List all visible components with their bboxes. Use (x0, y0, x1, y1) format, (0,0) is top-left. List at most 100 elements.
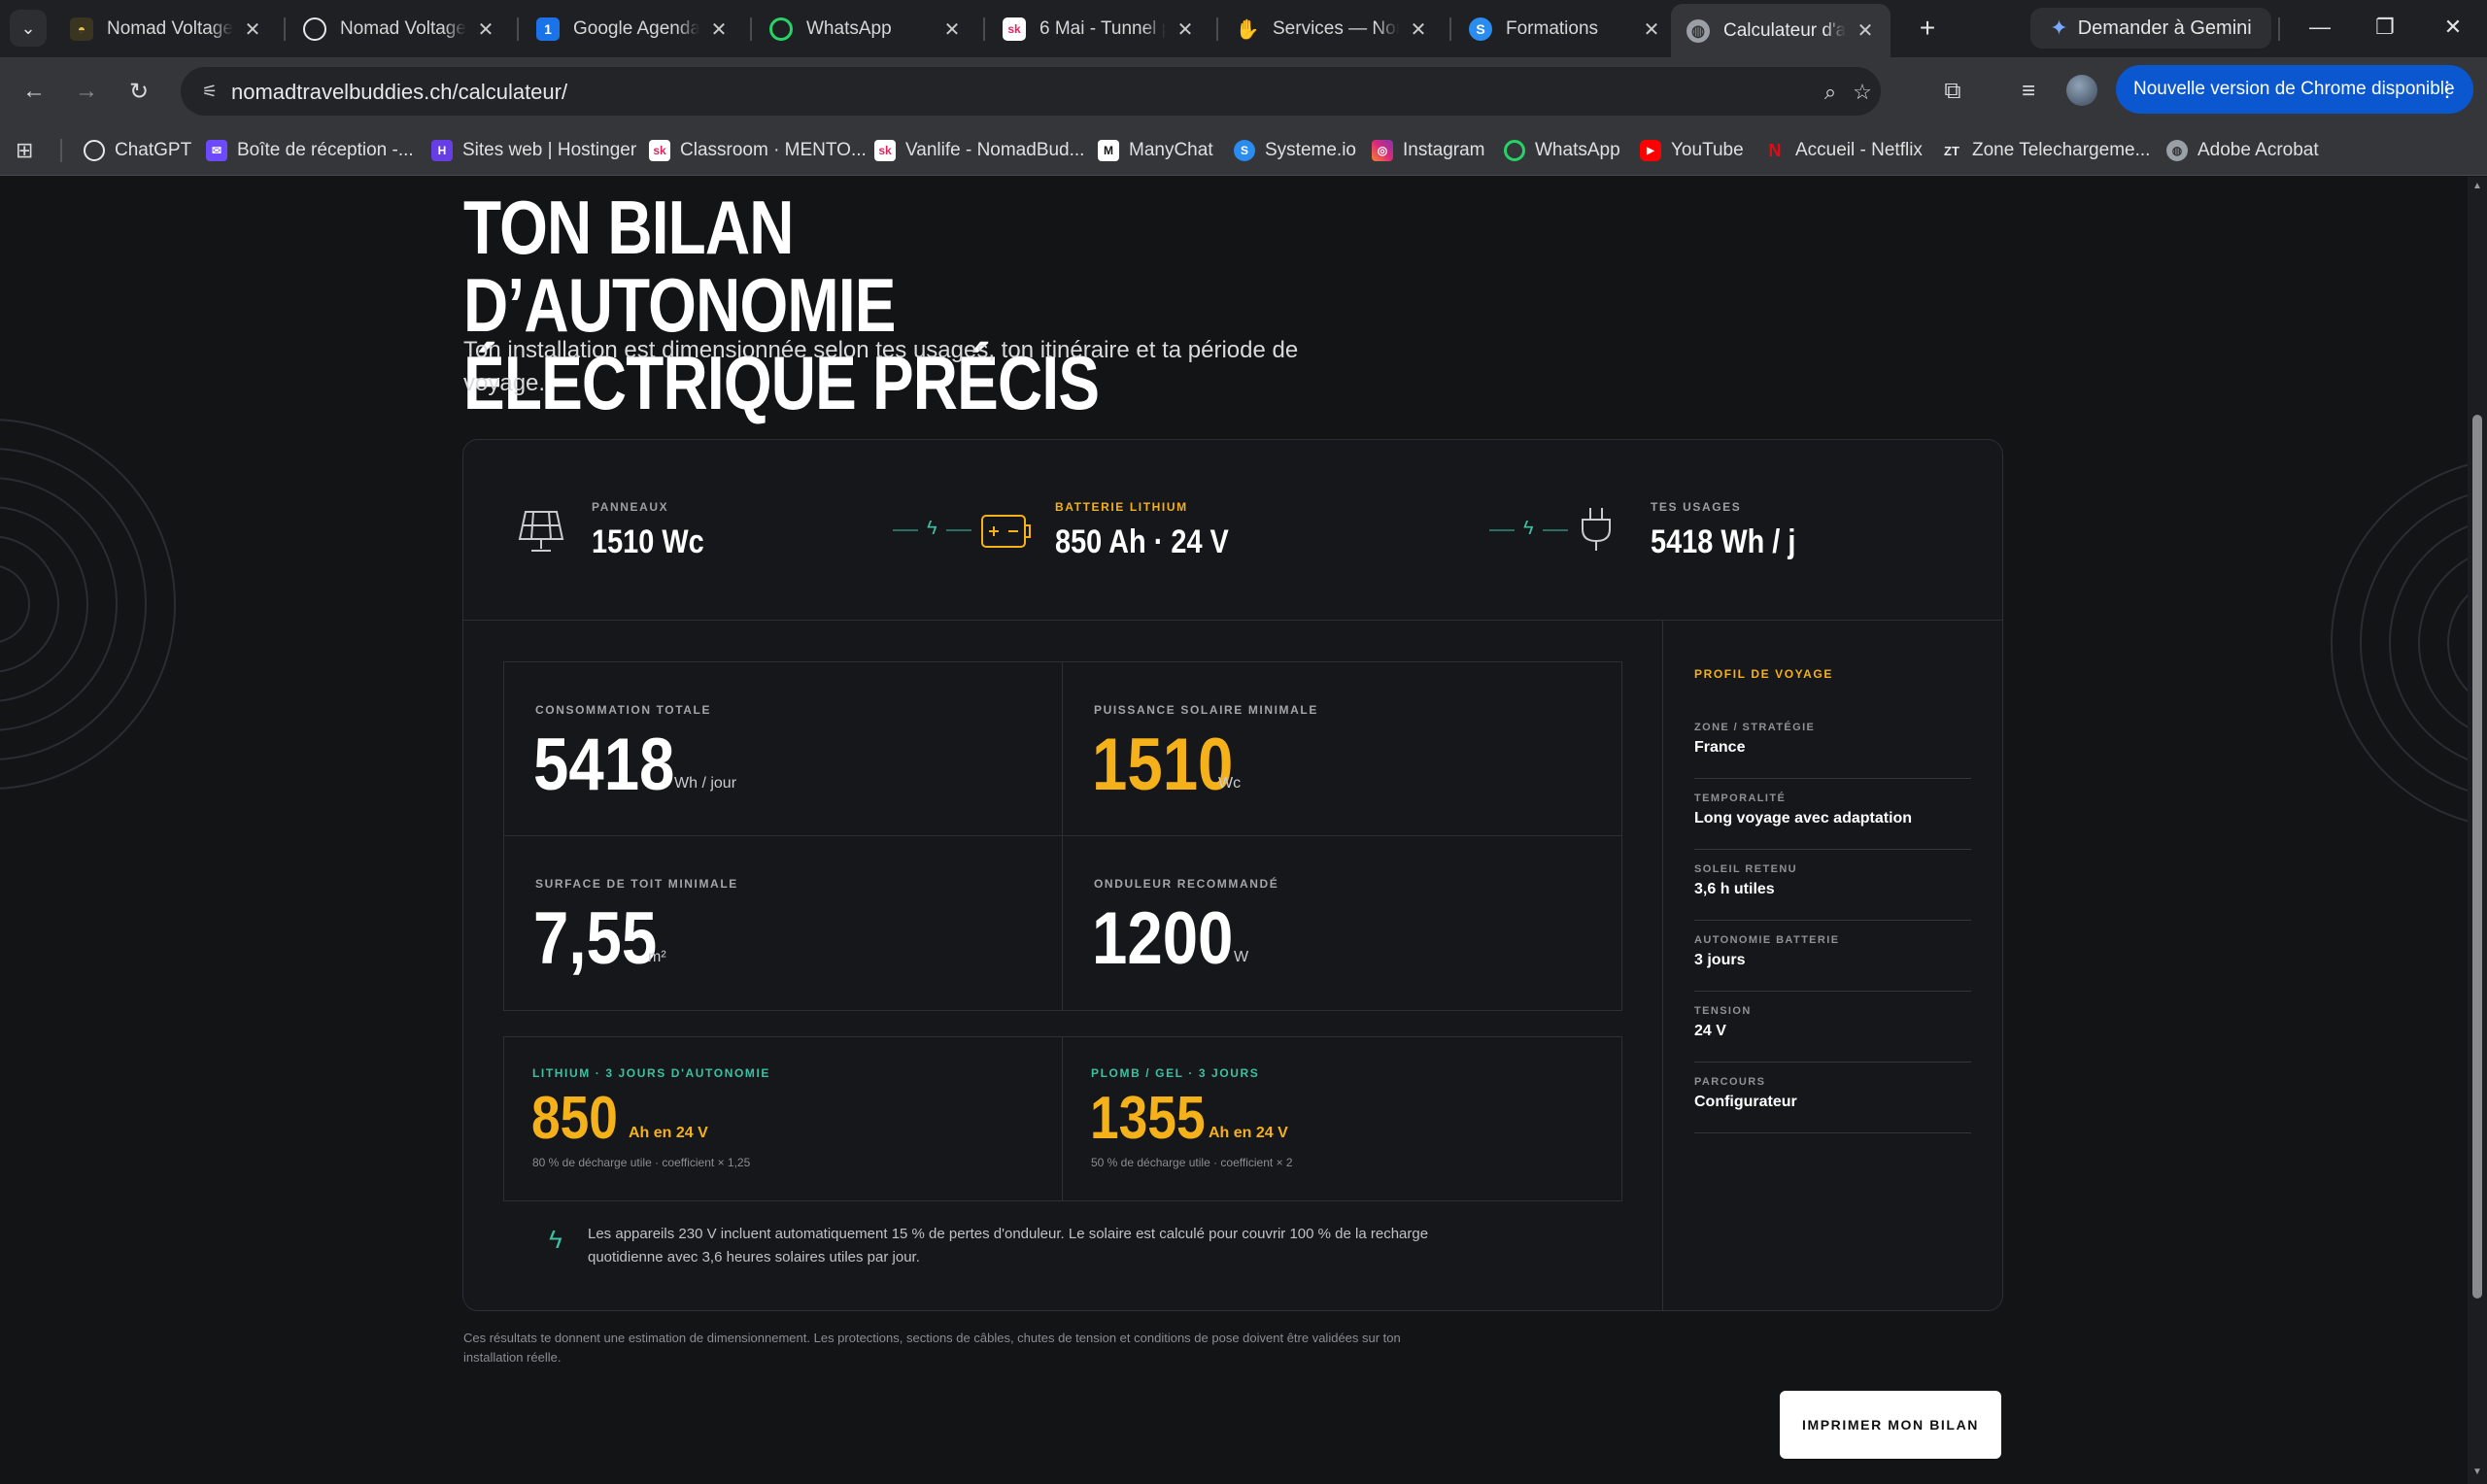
tab-separator (750, 17, 752, 41)
solar-power-metric: PUISSANCE SOLAIRE MINIMALE 1510 Wc (1063, 662, 1621, 836)
tab-separator (2278, 17, 2280, 41)
bookmark-instagram[interactable]: ◎ Instagram (1372, 136, 1484, 165)
bookmark-label: WhatsApp (1535, 140, 1620, 160)
tab-title: Nomad Voltage (107, 18, 233, 39)
bookmark-systeme[interactable]: S Systeme.io (1234, 136, 1356, 165)
tab-separator (1449, 17, 1451, 41)
battery-stat: BATTERIE LITHIUM 850 Ah · 24 V (1055, 500, 1259, 561)
tab-strip: ⌄ ◓ Nomad Voltage ✕ Nomad Voltage ✕ 1 Go… (0, 0, 2487, 57)
tab-calculateur-active[interactable]: ◍ Calculateur d'au ✕ (1671, 4, 1891, 57)
tab-separator (983, 17, 985, 41)
bookmark-proton[interactable]: ✉ Boîte de réception -... (206, 136, 414, 165)
chrome-update-button[interactable]: Nouvelle version de Chrome disponible ⋮ (2116, 65, 2473, 114)
systeme-sk-icon: sk (649, 140, 670, 161)
tab-search-button[interactable]: ⌄ (10, 10, 47, 47)
system-summary: PANNEAUX 1510 Wc ϟ BATTERIE LITHIUM 850 … (463, 440, 2002, 621)
apps-grid-icon[interactable]: ⊞ (16, 138, 41, 163)
back-button[interactable]: ← (14, 71, 54, 112)
tab-google-agenda[interactable]: 1 Google Agenda ✕ (521, 8, 744, 51)
bookmark-label: Vanlife - NomadBud... (905, 140, 1085, 160)
profile-row-temporality: TEMPORALITÉ Long voyage avec adaptation (1694, 779, 1971, 850)
arrow-right-icon: → (75, 78, 98, 104)
hand-icon: ✋ (1235, 18, 1260, 41)
scroll-down-icon[interactable]: ▼ (2471, 1467, 2483, 1477)
profile-value: Long voyage avec adaptation (1694, 810, 1913, 826)
site-info-button[interactable]: ⚟ (194, 76, 225, 107)
flow-line (946, 529, 971, 531)
bookmark-label: YouTube (1671, 140, 1744, 160)
url-text[interactable]: nomadtravelbuddies.ch/calculateur/ (231, 80, 567, 105)
plus-icon: + (1919, 13, 1936, 43)
new-tab-button[interactable]: + (1909, 10, 1946, 47)
restore-icon: ❐ (2375, 15, 2395, 39)
bookmark-zone-telechargement[interactable]: ZT Zone Telechargeme... (1941, 136, 2150, 165)
option-label: PLOMB / GEL · 3 JOURS (1091, 1066, 1260, 1080)
tab-tunnel[interactable]: sk 6 Mai - Tunnel p ✕ (987, 8, 1210, 51)
tab-whatsapp[interactable]: WhatsApp ✕ (754, 8, 977, 51)
bookmark-vanlife[interactable]: sk Vanlife - NomadBud... (874, 136, 1084, 165)
scroll-up-icon[interactable]: ▲ (2471, 181, 2483, 191)
solar-panel-icon (518, 511, 564, 552)
page-content: TON BILAN D’AUTONOMIE ÉLECTRIQUE PRÉCIS … (0, 177, 2468, 1484)
bookmark-netflix[interactable]: N Accueil - Netflix (1764, 136, 1923, 165)
bookmark-whatsapp[interactable]: WhatsApp (1504, 136, 1620, 165)
restore-button[interactable]: ❐ (2351, 6, 2419, 49)
zoom-icon[interactable]: ⌕ (1816, 79, 1845, 106)
decorative-rings-right (2331, 463, 2468, 823)
profile-key: TENSION (1694, 1005, 1752, 1017)
close-icon[interactable]: ✕ (1175, 17, 1195, 42)
profile-key: TEMPORALITÉ (1694, 793, 1787, 804)
close-icon[interactable]: ✕ (942, 17, 962, 42)
systeme-s-icon: S (1469, 17, 1492, 41)
scrollbar-thumb[interactable] (2472, 415, 2482, 1298)
tab-services[interactable]: ✋ Services — Nom ✕ (1220, 8, 1444, 51)
metric-value: 5418 (533, 724, 675, 806)
close-icon[interactable]: ✕ (1856, 18, 1875, 43)
battery-label: BATTERIE LITHIUM (1055, 500, 1188, 514)
tab-title: Formations (1506, 18, 1599, 39)
bookmark-hostinger[interactable]: H Sites web | Hostinger (431, 136, 636, 165)
metric-unit: W (1234, 949, 1249, 965)
tab-title: Services — Nom (1273, 18, 1399, 39)
close-window-button[interactable]: ✕ (2419, 6, 2487, 49)
bookmark-classroom[interactable]: sk Classroom · MENTO... (649, 136, 867, 165)
address-bar[interactable]: ⚟ nomadtravelbuddies.ch/calculateur/ ⌕ ☆ (181, 67, 1881, 116)
print-report-button[interactable]: IMPRIMER MON BILAN (1780, 1391, 2001, 1459)
metric-unit: Wc (1218, 775, 1242, 792)
close-icon[interactable]: ✕ (1642, 17, 1661, 42)
bookmark-label: ManyChat (1129, 140, 1213, 160)
close-icon[interactable]: ✕ (243, 17, 262, 42)
bookmark-chatgpt[interactable]: ChatGPT (84, 136, 191, 165)
tab-nomad-voltage-1[interactable]: ◓ Nomad Voltage ✕ (54, 8, 278, 51)
close-icon[interactable]: ✕ (476, 17, 495, 42)
bookmark-star-icon[interactable]: ☆ (1848, 79, 1877, 106)
page-title-line-1: TON BILAN D’AUTONOMIE (463, 185, 896, 348)
minimize-button[interactable]: — (2286, 6, 2354, 49)
reload-button[interactable]: ↻ (119, 71, 159, 112)
metric-label: CONSOMMATION TOTALE (535, 703, 712, 717)
bookmark-label: Boîte de réception -... (237, 140, 414, 160)
close-icon[interactable]: ✕ (1409, 17, 1428, 42)
bolt-icon: ϟ (1523, 518, 1534, 539)
ask-gemini-button[interactable]: ✦ Demander à Gemini (2030, 8, 2271, 49)
inverter-metric: ONDULEUR RECOMMANDÉ 1200 W (1063, 836, 1621, 1010)
lead-gel-option: PLOMB / GEL · 3 JOURS 1355 Ah en 24 V 50… (1063, 1037, 1621, 1200)
profile-key: ZONE / STRATÉGIE (1694, 722, 1816, 733)
metric-unit: Wh / jour (674, 775, 737, 792)
bookmark-adobe-acrobat[interactable]: ◍ Adobe Acrobat (2166, 136, 2319, 165)
minimize-icon: — (2309, 15, 2331, 39)
forward-button[interactable]: → (66, 71, 107, 112)
bookmark-youtube[interactable]: ▶ YouTube (1640, 136, 1744, 165)
tab-separator (284, 17, 286, 41)
bookmark-manychat[interactable]: M ManyChat (1098, 136, 1213, 165)
reading-list-icon[interactable]: ≡ (2009, 71, 2048, 112)
page-scrollbar[interactable]: ▲ ▼ (2468, 177, 2487, 1484)
close-icon[interactable]: ✕ (709, 17, 729, 42)
profile-avatar[interactable] (2066, 75, 2097, 106)
tab-formations[interactable]: S Formations ✕ (1453, 8, 1677, 51)
extensions-icon[interactable]: ⧉ (1933, 71, 1972, 112)
bookmark-separator (60, 139, 62, 162)
metrics-grid: CONSOMMATION TOTALE 5418 Wh / jour PUISS… (503, 661, 1622, 1011)
tab-nomad-voltage-2[interactable]: Nomad Voltage ✕ (288, 8, 511, 51)
battery-value: 850 Ah · 24 V (1055, 523, 1229, 560)
